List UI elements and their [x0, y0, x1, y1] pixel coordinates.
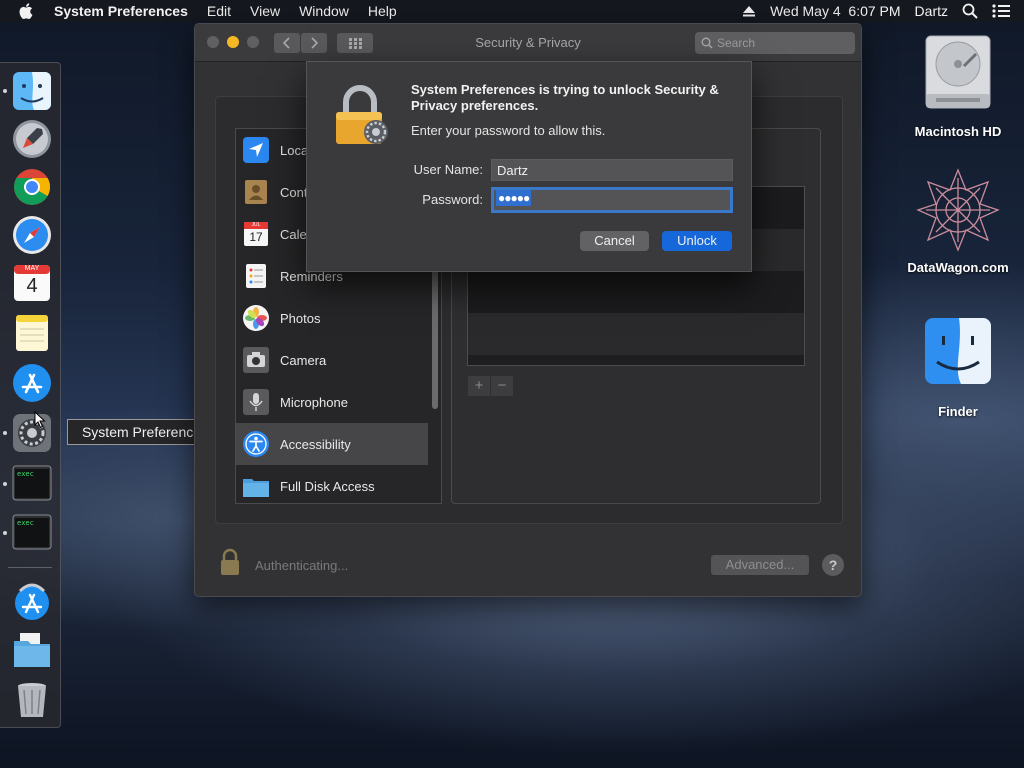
running-indicator — [3, 482, 7, 486]
calendar-icon: JUL 17 — [242, 220, 270, 248]
list-item-accessibility[interactable]: Accessibility — [236, 423, 428, 465]
app-store-icon[interactable] — [12, 363, 52, 403]
camera-icon — [243, 347, 269, 373]
calendar-icon-day: 17 — [249, 230, 263, 244]
list-item-photos[interactable]: Photos — [236, 297, 428, 339]
chrome-icon[interactable] — [12, 167, 52, 207]
list-item-label: Loca — [280, 142, 309, 158]
padlock-icon — [336, 85, 388, 144]
list-item-label: Cont — [280, 184, 308, 200]
dialog-title: System Preferences is trying to unlock S… — [411, 82, 719, 113]
desktop-icon-finder[interactable]: Finder — [902, 316, 1014, 419]
add-app-button[interactable]: + — [468, 376, 490, 396]
list-item-label: Cale — [280, 226, 307, 242]
calendar-month: MAY — [24, 265, 40, 272]
contacts-icon — [245, 180, 267, 204]
terminal-label: exec — [17, 519, 34, 527]
table-row[interactable] — [468, 313, 804, 355]
running-indicator — [3, 431, 7, 435]
calendar-icon[interactable]: MAY 4 — [12, 263, 52, 303]
help-button[interactable]: ? — [822, 554, 844, 576]
desktop-icon-label: Finder — [938, 404, 978, 419]
advanced-button[interactable]: Advanced... — [711, 555, 809, 575]
desktop-icon-label: DataWagon.com — [907, 260, 1009, 275]
menu-user[interactable]: Dartz — [915, 3, 948, 19]
hard-drive-icon — [925, 35, 991, 109]
photos-icon — [243, 305, 269, 331]
list-item-label: Camera — [280, 352, 327, 368]
app-store-downloads-icon[interactable] — [12, 581, 52, 621]
desktop-icon-macintosh-hd[interactable]: Macintosh HD — [902, 30, 1014, 139]
search-placeholder: Search — [717, 36, 756, 50]
terminal-icon[interactable]: exec — [12, 512, 52, 552]
username-field[interactable]: Dartz — [491, 159, 733, 181]
table-row[interactable] — [468, 271, 804, 313]
list-item-label: Microphone — [280, 394, 348, 410]
system-preferences-icon[interactable] — [12, 413, 52, 453]
list-scrollbar[interactable] — [432, 269, 438, 409]
username-label: User Name: — [413, 162, 483, 177]
desktop-icon-datawagon[interactable]: DataWagon.com — [902, 168, 1014, 275]
list-item-camera[interactable]: Camera — [236, 339, 428, 381]
accessibility-icon — [243, 431, 269, 457]
password-label: Password: — [422, 192, 483, 207]
finder-icon — [925, 318, 991, 384]
unlock-dialog: System Preferences is trying to unlock S… — [306, 61, 752, 272]
search-field[interactable]: Search — [695, 32, 855, 54]
lock-icon[interactable] — [219, 548, 241, 576]
menu-app-name[interactable]: System Preferences — [54, 3, 188, 19]
list-item-full-disk-access[interactable]: Full Disk Access — [236, 465, 428, 503]
menu-view[interactable]: View — [250, 3, 280, 19]
menu-help[interactable]: Help — [368, 3, 397, 19]
unlock-button[interactable]: Unlock — [662, 231, 732, 251]
notes-icon[interactable] — [12, 313, 52, 353]
list-item-label: Full Disk Access — [280, 478, 375, 494]
downloads-folder-icon[interactable] — [12, 631, 52, 671]
running-indicator — [3, 89, 7, 93]
launchpad-icon[interactable] — [12, 119, 52, 159]
menu-clock[interactable]: Wed May 4 6:07 PM — [770, 3, 900, 19]
terminal-icon[interactable]: exec — [12, 463, 52, 503]
running-indicator — [3, 531, 7, 535]
finder-icon[interactable] — [12, 71, 52, 111]
menu-bar: System Preferences Edit View Window Help… — [0, 0, 1024, 22]
desktop-icon-label: Macintosh HD — [914, 124, 1002, 139]
authenticating-status: Authenticating... — [255, 558, 349, 573]
list-item-label: Photos — [280, 310, 321, 326]
dialog-subtitle: Enter your password to allow this. — [411, 123, 606, 138]
menu-window[interactable]: Window — [299, 3, 349, 19]
calendar-icon-month: JUL — [251, 222, 261, 228]
remove-app-button[interactable]: − — [491, 376, 513, 396]
location-icon — [243, 137, 269, 163]
reminders-icon — [246, 264, 266, 288]
safari-icon[interactable] — [12, 215, 52, 255]
password-field[interactable]: ●●●●● — [491, 187, 733, 213]
eject-icon[interactable] — [742, 5, 756, 17]
notification-center-icon[interactable] — [992, 4, 1010, 18]
list-item-microphone[interactable]: Microphone — [236, 381, 428, 423]
terminal-label: exec — [17, 470, 34, 478]
datawagon-icon — [916, 168, 1000, 252]
search-icon — [701, 37, 713, 49]
calendar-day: 4 — [26, 275, 38, 297]
dock: MAY 4 exec exec — [0, 62, 61, 728]
password-value: ●●●●● — [496, 190, 532, 206]
mouse-cursor-icon — [34, 411, 46, 429]
spotlight-search-icon[interactable] — [962, 3, 978, 19]
trash-icon[interactable] — [12, 679, 52, 719]
menu-edit[interactable]: Edit — [207, 3, 231, 19]
dock-separator — [8, 567, 52, 568]
apple-icon[interactable] — [18, 2, 36, 20]
microphone-icon — [243, 389, 269, 415]
list-item-label: Accessibility — [280, 436, 351, 452]
cancel-button[interactable]: Cancel — [580, 231, 649, 251]
title-bar: Security & Privacy Search — [195, 24, 861, 62]
folder-icon — [243, 479, 269, 497]
